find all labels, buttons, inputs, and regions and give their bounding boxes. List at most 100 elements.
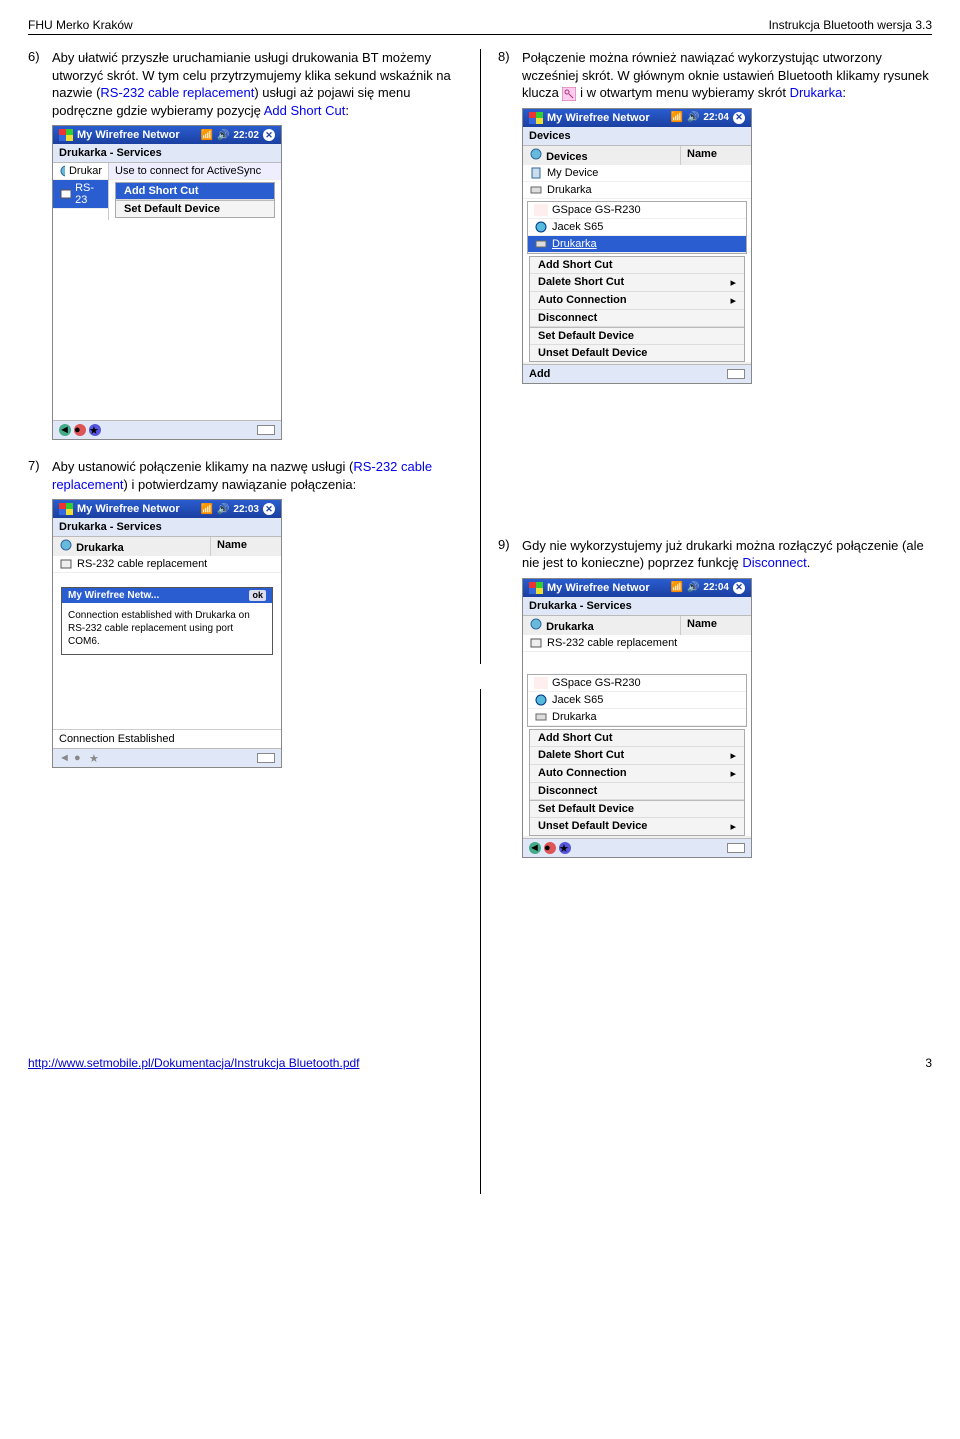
step-8-num: 8)	[498, 49, 522, 102]
step-7: 7) Aby ustanowić połączenie klikamy na n…	[28, 458, 468, 493]
shot7-status: Connection Established	[53, 729, 281, 748]
screenshot-6: My Wirefree Networ 📶🔊22:02✕ Drukarka - S…	[52, 125, 282, 440]
shot8-titlebar: My Wirefree Networ 📶🔊22:04✕	[523, 109, 751, 127]
nav-back-icon[interactable]: ◄	[59, 752, 71, 764]
shot9-time: 22:04	[703, 582, 729, 593]
shot7-item-rs232[interactable]: RS-232 cable replacement	[53, 556, 281, 573]
plug-icon	[529, 637, 543, 649]
shot9-m-unset[interactable]: Unset Default Device▸	[530, 818, 744, 835]
step-8: 8) Połączenie można również nawiązać wyk…	[498, 49, 932, 102]
shot9-footer: ◄●★	[523, 838, 751, 857]
screenshot-7: My Wirefree Networ 📶🔊22:03✕ Drukarka - S…	[52, 499, 282, 768]
nav-home-icon[interactable]: ●	[74, 424, 86, 436]
bt-icon	[534, 204, 548, 216]
step-7-t1: Aby ustanowić połączenie klikamy na nazw…	[52, 459, 353, 474]
shot7-popup-ok[interactable]: ok	[249, 590, 266, 601]
keyboard-icon[interactable]	[257, 753, 275, 763]
shot9-drukarka[interactable]: Drukarka	[528, 709, 746, 726]
nav-home-icon[interactable]: ●	[74, 752, 86, 764]
close-icon[interactable]: ✕	[263, 503, 275, 515]
step-9: 9) Gdy nie wykorzystujemy już drukarki m…	[498, 537, 932, 572]
nav-home-icon[interactable]: ●	[544, 842, 556, 854]
printer-icon	[529, 184, 543, 196]
shot8-m-unset[interactable]: Unset Default Device	[530, 345, 744, 361]
shot6-titlebar: My Wirefree Networ 📶🔊22:02✕	[53, 126, 281, 144]
speaker-icon: 🔊	[687, 582, 699, 593]
shot7-popup-title: My Wirefree Netw...	[68, 590, 159, 601]
column-separator-bottom	[480, 689, 481, 1194]
chevron-right-icon: ▸	[730, 276, 736, 289]
shot6-menu-addshortcut[interactable]: Add Short Cut	[116, 183, 274, 200]
header-left: FHU Merko Kraków	[28, 18, 133, 32]
shot9-m-setdef[interactable]: Set Default Device	[530, 800, 744, 818]
shot8-m-auto[interactable]: Auto Connection▸	[530, 292, 744, 310]
chevron-right-icon: ▸	[730, 767, 736, 780]
step-9-num: 9)	[498, 537, 522, 572]
shot6-subtitle: Drukarka - Services	[53, 144, 281, 163]
shot9-item-rs232[interactable]: RS-232 cable replacement	[523, 635, 751, 652]
nav-fav-icon[interactable]: ★	[89, 424, 101, 436]
signal-icon: 📶	[671, 582, 683, 593]
shot6-menu-setdefault[interactable]: Set Default Device	[116, 200, 274, 217]
nav-fav-icon[interactable]: ★	[89, 752, 101, 764]
shot9-columns: DrukarkaName	[523, 616, 751, 635]
shot9-gspace[interactable]: GSpace GS-R230	[528, 675, 746, 692]
step-9-t2: .	[807, 555, 811, 570]
step-8-text: Połączenie można również nawiązać wykorz…	[522, 49, 932, 102]
shot8-drukarka-sel[interactable]: Drukarka	[528, 236, 746, 253]
nav-back-icon[interactable]: ◄	[529, 842, 541, 854]
shot9-m-auto[interactable]: Auto Connection▸	[530, 765, 744, 783]
shot9-jacek[interactable]: Jacek S65	[528, 692, 746, 709]
printer-icon	[534, 711, 548, 723]
shot6-use-connect: Use to connect for ActiveSync	[109, 163, 281, 180]
shot8-jacek[interactable]: Jacek S65	[528, 219, 746, 236]
shot7-time: 22:03	[233, 504, 259, 515]
step-6-num: 6)	[28, 49, 52, 119]
nav-fav-icon[interactable]: ★	[559, 842, 571, 854]
shot8-mydevice[interactable]: My Device	[523, 165, 751, 182]
close-icon[interactable]: ✕	[263, 129, 275, 141]
shot8-gspace[interactable]: GSpace GS-R230	[528, 202, 746, 219]
shot6-title: My Wirefree Networ	[77, 129, 180, 141]
keyboard-icon[interactable]	[257, 425, 275, 435]
signal-icon: 📶	[201, 504, 213, 515]
shot6-time: 22:02	[233, 130, 259, 141]
step-9-t1: Gdy nie wykorzystujemy już drukarki możn…	[522, 538, 924, 571]
shot7-titlebar: My Wirefree Networ 📶🔊22:03✕	[53, 500, 281, 518]
nav-back-icon[interactable]: ◄	[59, 424, 71, 436]
shot6-left-drukar: Drukar	[53, 163, 108, 180]
shot9-m-del[interactable]: Dalete Short Cut▸	[530, 747, 744, 765]
start-flag-icon	[59, 129, 73, 141]
step-9-text: Gdy nie wykorzystujemy już drukarki możn…	[522, 537, 932, 572]
shot8-drukarka[interactable]: Drukarka	[523, 182, 751, 199]
start-flag-icon	[529, 112, 543, 124]
footer-url[interactable]: http://www.setmobile.pl/Dokumentacja/Ins…	[28, 1056, 360, 1070]
shot8-footer: Add	[523, 364, 751, 383]
step-7-text: Aby ustanowić połączenie klikamy na nazw…	[52, 458, 468, 493]
plug-icon	[59, 558, 73, 570]
bt-icon	[534, 677, 548, 689]
shot9-m-disc[interactable]: Disconnect	[530, 783, 744, 800]
shot6-footer: ◄●★	[53, 420, 281, 439]
shot8-m-add[interactable]: Add Short Cut	[530, 257, 744, 274]
shot8-columns: DevicesName	[523, 146, 751, 165]
start-flag-icon	[59, 503, 73, 515]
shot8-m-del[interactable]: Dalete Short Cut▸	[530, 274, 744, 292]
shot9-m-add[interactable]: Add Short Cut	[530, 730, 744, 747]
header-right: Instrukcja Bluetooth wersja 3.3	[769, 18, 932, 32]
printer-icon	[534, 238, 548, 250]
step-6-b2: Add Short Cut	[264, 103, 346, 118]
step-6-t3: :	[345, 103, 349, 118]
shot6-left-rs23: RS-23	[53, 180, 108, 209]
close-icon[interactable]: ✕	[733, 112, 745, 124]
close-icon[interactable]: ✕	[733, 582, 745, 594]
shot8-m-setdef[interactable]: Set Default Device	[530, 327, 744, 345]
shot9-subtitle: Drukarka - Services	[523, 597, 751, 616]
keyboard-icon[interactable]	[727, 369, 745, 379]
key-icon	[562, 87, 576, 101]
shot8-m-disc[interactable]: Disconnect	[530, 310, 744, 327]
shot8-foot-add[interactable]: Add	[529, 368, 550, 380]
chevron-right-icon: ▸	[730, 820, 736, 833]
keyboard-icon[interactable]	[727, 843, 745, 853]
screenshot-9: My Wirefree Networ 📶🔊22:04✕ Drukarka - S…	[522, 578, 752, 858]
